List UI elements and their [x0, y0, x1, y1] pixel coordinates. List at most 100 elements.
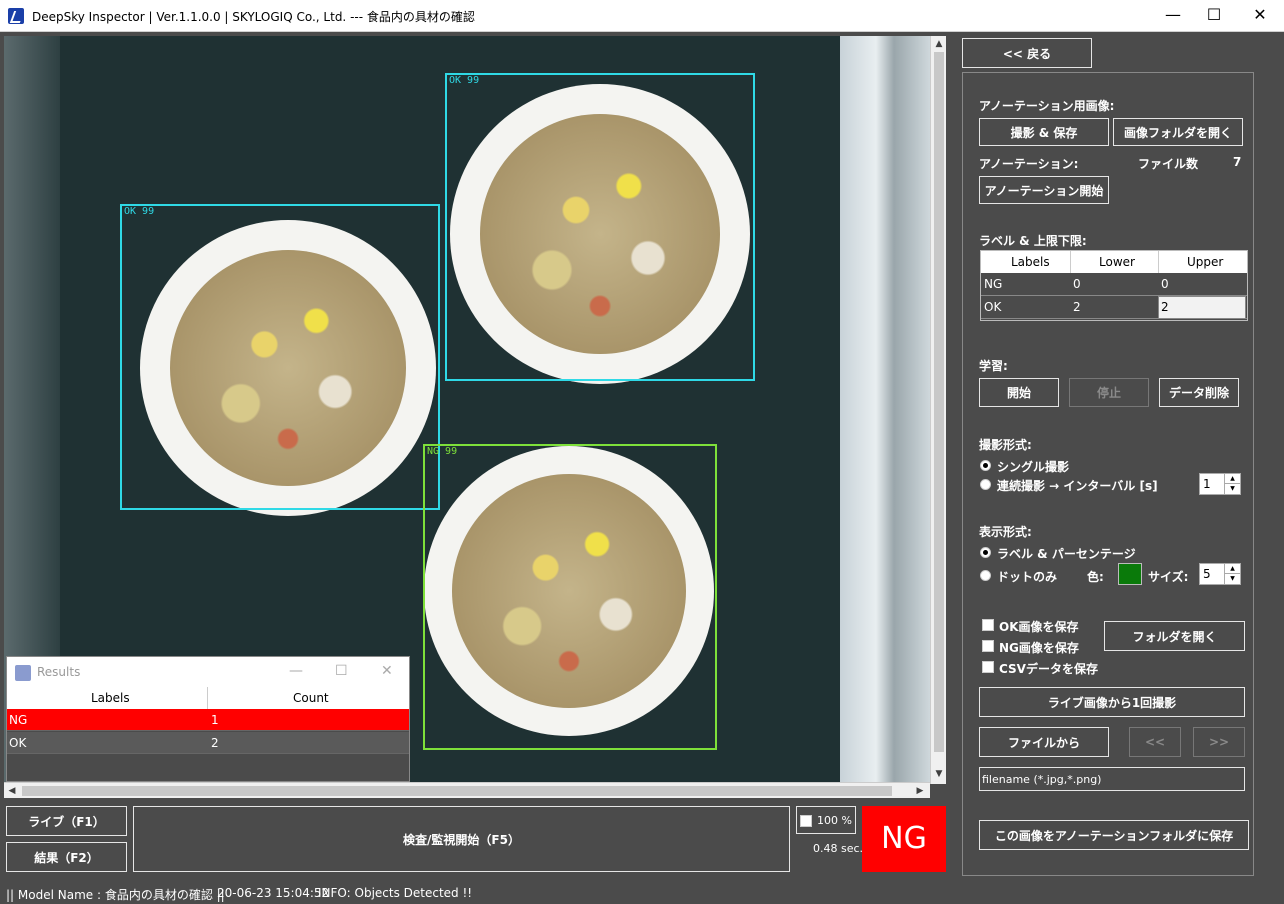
- row-label: NG: [9, 713, 28, 727]
- previous-image-button[interactable]: <<: [1129, 727, 1181, 757]
- scroll-down-icon[interactable]: ▼: [931, 766, 947, 782]
- horizontal-scrollbar[interactable]: ◀ ▶: [4, 782, 930, 798]
- display-mode-label: 表示形式:: [979, 525, 1032, 539]
- column-header: Labels: [1011, 255, 1050, 269]
- limit-lower[interactable]: 2: [1073, 300, 1081, 314]
- table-row[interactable]: OK 2 2: [981, 296, 1247, 319]
- file-count-value: 7: [1233, 155, 1242, 169]
- zoom-label: 100 %: [817, 814, 852, 827]
- results-window[interactable]: Results — ☐ ✕ Labels Count NG 1 OK 2: [6, 656, 410, 782]
- dots-only-label: ドットのみ: [997, 570, 1058, 584]
- status-bar: || Model Name : 食品内の具材の確認 || 20-06-23 15…: [0, 882, 1284, 904]
- interval-stepper[interactable]: 1 ▲ ▼: [1199, 473, 1241, 495]
- results-title: Results: [37, 665, 81, 679]
- detection-box: NG 99: [423, 444, 717, 750]
- save-ok-checkbox[interactable]: [982, 619, 994, 631]
- table-row[interactable]: NG 0 0: [981, 273, 1247, 296]
- save-csv-label: CSVデータを保存: [999, 662, 1098, 676]
- inspect-start-button[interactable]: 検査/監視開始（F5）: [133, 806, 790, 872]
- scroll-thumb[interactable]: [934, 52, 944, 752]
- limit-label: OK: [984, 300, 1002, 314]
- dot-color-swatch[interactable]: [1118, 563, 1142, 585]
- single-capture-radio[interactable]: [980, 460, 991, 471]
- limit-upper[interactable]: 2: [1161, 300, 1169, 314]
- save-csv-checkbox[interactable]: [982, 661, 994, 673]
- capture-save-button[interactable]: 撮影 & 保存: [979, 118, 1109, 146]
- open-image-folder-button[interactable]: 画像フォルダを開く: [1113, 118, 1243, 146]
- size-value[interactable]: 5: [1203, 567, 1211, 581]
- column-header: Count: [293, 691, 329, 705]
- dots-only-radio[interactable]: [980, 570, 991, 581]
- maximize-button[interactable]: ☐: [1191, 0, 1237, 32]
- stepper-up-icon[interactable]: ▲: [1224, 474, 1240, 484]
- column-header: Labels: [91, 691, 130, 705]
- learning-start-button[interactable]: 開始: [979, 378, 1059, 407]
- scroll-up-icon[interactable]: ▲: [931, 36, 947, 52]
- save-ng-label: NG画像を保存: [999, 641, 1079, 655]
- zoom-checkbox[interactable]: [800, 815, 812, 827]
- elapsed-time: 0.48 sec.: [813, 842, 864, 855]
- learning-label: 学習:: [979, 359, 1008, 373]
- results-table-header: Labels Count: [7, 687, 409, 709]
- continuous-capture-radio[interactable]: [980, 479, 991, 490]
- scroll-left-icon[interactable]: ◀: [4, 783, 20, 799]
- size-stepper[interactable]: 5 ▲ ▼: [1199, 563, 1241, 585]
- row-count: 2: [211, 736, 219, 750]
- from-file-button[interactable]: ファイルから: [979, 727, 1109, 757]
- limit-label: NG: [984, 277, 1003, 291]
- close-icon[interactable]: ✕: [381, 663, 393, 679]
- open-folder-button[interactable]: フォルダを開く: [1104, 621, 1245, 651]
- next-image-button[interactable]: >>: [1193, 727, 1245, 757]
- annotation-label: アノーテーション:: [979, 157, 1079, 171]
- stepper-down-icon[interactable]: ▼: [1224, 484, 1240, 494]
- scroll-right-icon[interactable]: ▶: [912, 783, 928, 799]
- status-timestamp: 20-06-23 15:04:52: [217, 886, 330, 900]
- maximize-icon[interactable]: ☐: [335, 663, 348, 679]
- save-to-annotation-folder-button[interactable]: この画像をアノーテーションフォルダに保存: [979, 820, 1249, 850]
- model-name: || Model Name : 食品内の具材の確認 ||: [6, 888, 225, 902]
- column-header: Upper: [1187, 255, 1224, 269]
- detection-label: OK 99: [449, 75, 480, 86]
- limit-lower[interactable]: 0: [1073, 277, 1081, 291]
- scroll-thumb[interactable]: [22, 786, 892, 796]
- delete-data-button[interactable]: データ削除: [1159, 378, 1239, 407]
- detection-box: OK 99: [120, 204, 440, 510]
- label-percentage-radio[interactable]: [980, 547, 991, 558]
- save-ng-checkbox[interactable]: [982, 640, 994, 652]
- title-bar: DeepSky Inspector | Ver.1.1.0.0 | SKYLOG…: [0, 0, 1284, 32]
- zoom-checkbox-container[interactable]: 100 %: [796, 806, 856, 834]
- size-label: サイズ:: [1148, 570, 1189, 584]
- image-background-right: [840, 36, 930, 784]
- capture-mode-label: 撮影形式:: [979, 438, 1032, 452]
- table-row[interactable]: OK 2: [7, 732, 409, 754]
- filename-input[interactable]: filename (*.jpg,*.png): [979, 767, 1245, 791]
- limit-upper[interactable]: 0: [1161, 277, 1169, 291]
- limits-table[interactable]: Labels Lower Upper NG 0 0 OK 2 2: [980, 250, 1248, 321]
- judgement-indicator: NG: [862, 806, 946, 872]
- file-count-label: ファイル数: [1138, 157, 1199, 171]
- back-button[interactable]: << 戻る: [962, 38, 1092, 68]
- app-logo-icon: [8, 8, 24, 24]
- learning-stop-button[interactable]: 停止: [1069, 378, 1149, 407]
- minimize-button[interactable]: —: [1150, 0, 1196, 32]
- interval-value[interactable]: 1: [1203, 477, 1211, 491]
- results-button[interactable]: 結果（F2）: [6, 842, 127, 872]
- results-title-bar[interactable]: Results — ☐ ✕: [7, 657, 409, 687]
- annotation-start-button[interactable]: アノーテーション開始: [979, 176, 1109, 204]
- table-row[interactable]: NG 1: [7, 709, 409, 731]
- live-button[interactable]: ライブ（F1）: [6, 806, 127, 836]
- capture-once-button[interactable]: ライブ画像から1回撮影: [979, 687, 1245, 717]
- vertical-scrollbar[interactable]: ▲ ▼: [930, 36, 946, 784]
- status-info: INFO: Objects Detected !!: [318, 886, 473, 900]
- row-label: OK: [9, 736, 27, 750]
- stepper-up-icon[interactable]: ▲: [1224, 564, 1240, 574]
- app-logo-icon: [15, 665, 31, 681]
- column-header: Lower: [1099, 255, 1135, 269]
- color-label: 色:: [1087, 570, 1104, 584]
- save-ok-label: OK画像を保存: [999, 620, 1079, 634]
- window-title: DeepSky Inspector | Ver.1.1.0.0 | SKYLOG…: [32, 10, 475, 24]
- minimize-icon[interactable]: —: [289, 663, 303, 679]
- close-button[interactable]: ✕: [1237, 0, 1283, 32]
- limits-table-header: Labels Lower Upper: [981, 251, 1247, 273]
- stepper-down-icon[interactable]: ▼: [1224, 574, 1240, 584]
